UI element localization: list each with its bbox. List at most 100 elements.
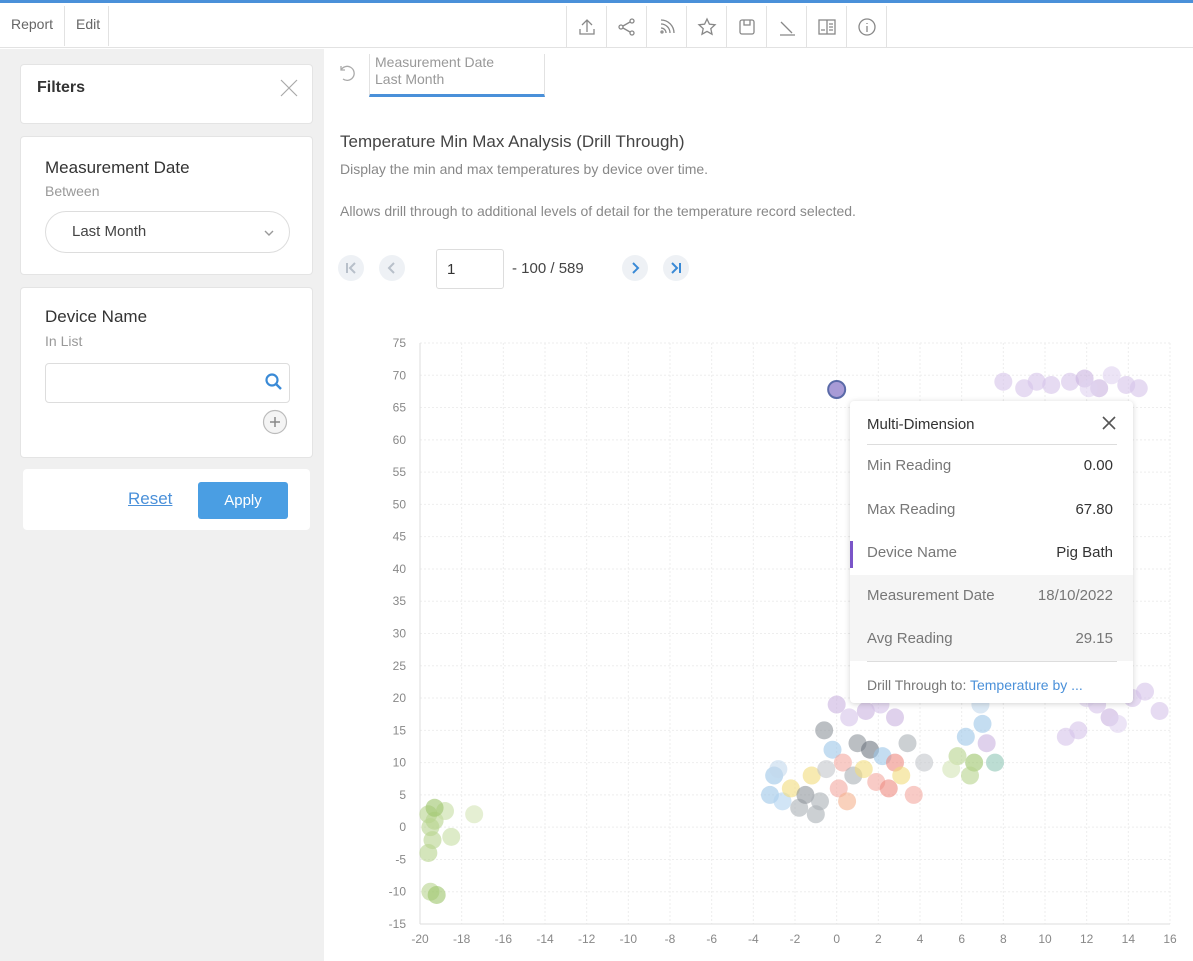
- chevron-down-icon: [263, 226, 275, 238]
- x-tick-label: 6: [958, 932, 965, 946]
- tooltip-title: Multi-Dimension: [867, 416, 975, 433]
- data-point: [994, 372, 1013, 391]
- data-point: [1136, 682, 1154, 701]
- filters-sidebar: Filters Measurement Date Between Last Mo…: [0, 49, 324, 961]
- data-point: [1042, 375, 1061, 394]
- favourite-button[interactable]: [687, 6, 727, 48]
- breadcrumb-value: Last Month: [375, 71, 445, 87]
- x-tick-label: -16: [495, 932, 513, 946]
- y-tick-label: 35: [393, 594, 407, 608]
- y-tick-label: 50: [393, 497, 407, 511]
- main-menu: Report Edit: [0, 6, 110, 51]
- x-tick-label: 8: [1000, 932, 1007, 946]
- device-name-input[interactable]: [45, 363, 290, 403]
- x-tick-label: -20: [411, 932, 429, 946]
- report-title: Temperature Min Max Analysis (Drill Thro…: [340, 132, 685, 151]
- data-point: [769, 760, 788, 779]
- info-button[interactable]: [847, 6, 887, 48]
- data-point: [827, 695, 846, 714]
- apply-button[interactable]: Apply: [198, 482, 288, 519]
- x-tick-label: -12: [578, 932, 596, 946]
- breadcrumb-field: Measurement Date: [375, 54, 495, 70]
- data-point: [1079, 379, 1098, 398]
- x-tick-label: 2: [875, 932, 882, 946]
- next-page-button[interactable]: [622, 255, 648, 281]
- row-value: 18/10/2022: [1037, 587, 1113, 604]
- y-tick-label: -5: [395, 852, 406, 866]
- page-range: - 100 / 589: [512, 260, 584, 277]
- share-button[interactable]: [607, 6, 647, 48]
- data-point: [465, 805, 484, 824]
- row-label: Device Name: [867, 544, 958, 561]
- present-button[interactable]: [767, 6, 807, 48]
- row-label: Min Reading: [867, 457, 952, 474]
- share-icon: [617, 18, 635, 36]
- drill-through: Drill Through to: Temperature by ...: [867, 677, 1083, 693]
- x-tick-label: -6: [706, 932, 717, 946]
- last-page-button[interactable]: [663, 255, 689, 281]
- close-icon: [280, 79, 298, 97]
- book-button[interactable]: [807, 6, 847, 48]
- page-number-input[interactable]: [436, 249, 504, 289]
- tooltip-row: Min Reading 0.00: [850, 445, 1133, 488]
- selected-data-point[interactable]: [827, 379, 847, 399]
- chevron-right-icon: [632, 262, 640, 274]
- report-canvas: Measurement Date Last Month Temperature …: [324, 49, 1193, 961]
- prev-page-button[interactable]: [379, 255, 405, 281]
- select-value: Last Month: [72, 223, 147, 240]
- y-tick-label: -15: [389, 917, 407, 931]
- close-tooltip-button[interactable]: [1101, 415, 1117, 431]
- filter-operator: Between: [45, 183, 100, 199]
- data-point: [898, 734, 917, 753]
- add-value-button[interactable]: [262, 409, 288, 435]
- x-tick-label: 14: [1122, 932, 1136, 946]
- x-tick-label: -10: [620, 932, 638, 946]
- row-value: Pig Bath: [1056, 544, 1113, 561]
- x-tick-label: 16: [1163, 932, 1177, 946]
- menu-edit[interactable]: Edit: [65, 6, 110, 46]
- drill-through-link[interactable]: Temperature by ...: [970, 677, 1083, 693]
- y-tick-label: 70: [393, 368, 407, 382]
- export-button[interactable]: [567, 6, 607, 48]
- data-point: [886, 708, 904, 727]
- y-tick-label: 45: [393, 530, 407, 544]
- y-tick-label: 15: [393, 723, 407, 737]
- star-icon: [696, 17, 717, 36]
- data-point: [840, 708, 859, 727]
- y-tick-label: 65: [393, 401, 407, 415]
- menu-report[interactable]: Report: [0, 6, 66, 46]
- row-value: 0.00: [1083, 457, 1113, 474]
- measurement-date-select[interactable]: Last Month: [45, 211, 290, 253]
- pagination: - 100 / 589: [338, 249, 718, 289]
- close-filters-button[interactable]: [278, 77, 300, 99]
- series-marker: [850, 541, 853, 568]
- x-tick-label: 4: [917, 932, 924, 946]
- breadcrumb-item[interactable]: Measurement Date Last Month: [369, 54, 545, 97]
- last-page-icon: [671, 262, 681, 274]
- data-point: [1150, 701, 1169, 720]
- undo-drill-button[interactable]: [336, 63, 356, 83]
- row-label: Measurement Date: [867, 587, 995, 604]
- tooltip-row: Avg Reading 29.15: [850, 618, 1133, 661]
- filter-title: Device Name: [45, 307, 148, 326]
- save-button[interactable]: [727, 6, 767, 48]
- data-point: [977, 734, 996, 753]
- data-point: [419, 843, 438, 862]
- y-tick-label: -10: [389, 885, 407, 899]
- tooltip-row: Max Reading 67.80: [850, 489, 1133, 532]
- x-tick-label: -4: [748, 932, 759, 946]
- x-tick-label: 12: [1080, 932, 1094, 946]
- reset-link[interactable]: Reset: [128, 489, 172, 509]
- first-page-button[interactable]: [338, 255, 364, 281]
- filters-header: Filters: [20, 64, 313, 124]
- search-icon[interactable]: [264, 372, 284, 392]
- data-point: [879, 779, 898, 798]
- y-tick-label: 75: [393, 336, 407, 350]
- data-point: [806, 805, 825, 824]
- filter-operator: In List: [45, 333, 83, 349]
- rss-button[interactable]: [647, 6, 687, 48]
- data-point: [838, 792, 857, 811]
- report-description-drill: Allows drill through to additional level…: [340, 203, 856, 219]
- data-point: [961, 766, 979, 785]
- present-icon: [779, 21, 795, 36]
